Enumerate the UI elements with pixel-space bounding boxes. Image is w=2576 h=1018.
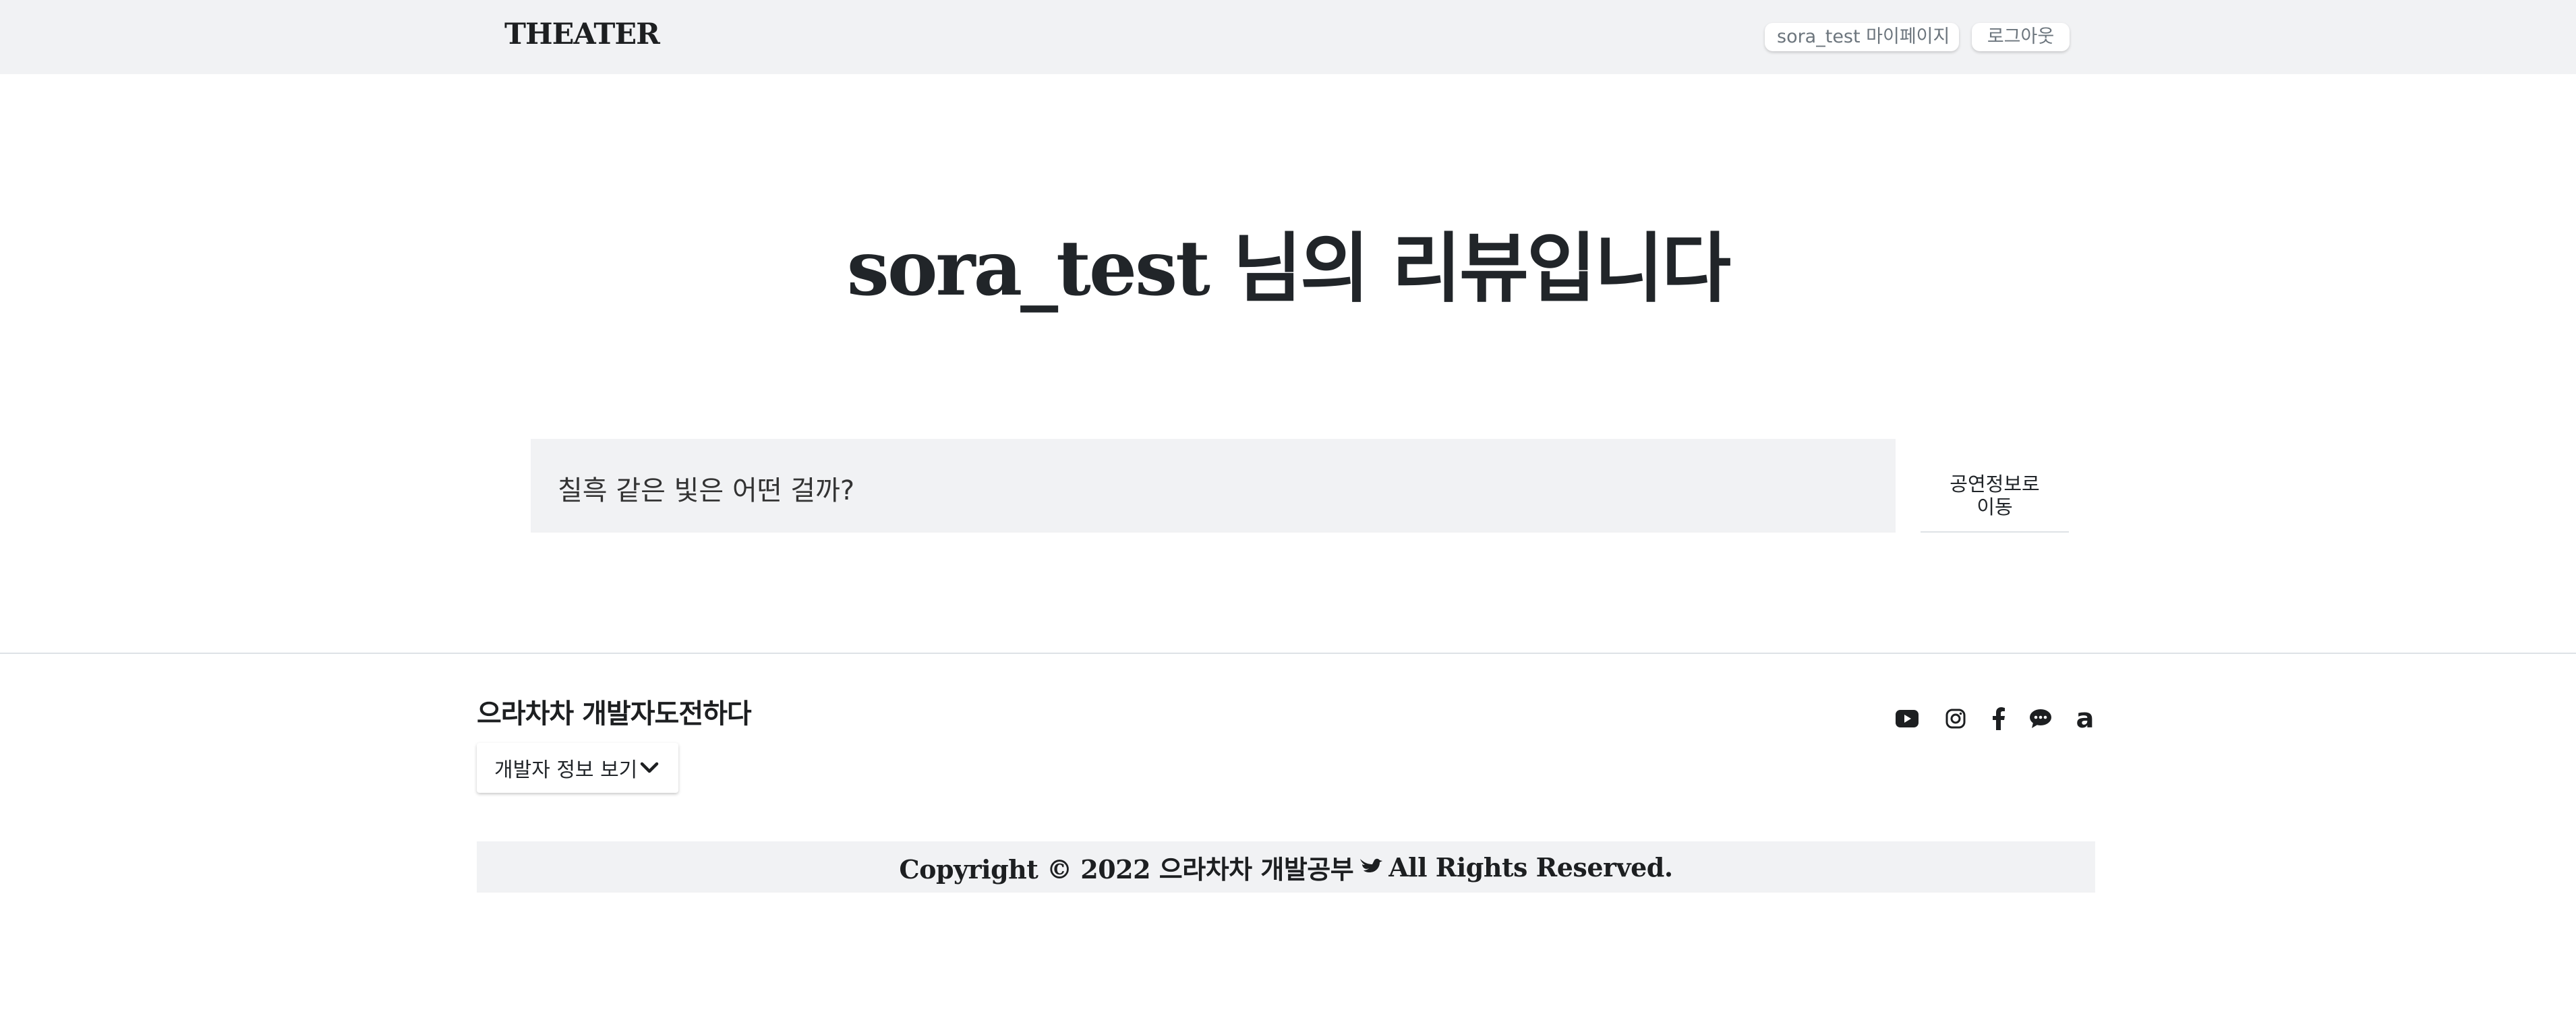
review-card: 칠흑 같은 빛은 어떤 걸까? (531, 439, 1896, 533)
page-title: sora_test 님의 리뷰입니다 (846, 224, 1731, 313)
dove-icon (1359, 856, 1383, 878)
top-navbar: THEATER sora_test 마이페이지 로그아웃 (0, 0, 2576, 74)
copyright-text-post: All Rights Reserved. (1388, 851, 1673, 882)
mypage-button[interactable]: sora_test 마이페이지 (1765, 23, 1959, 51)
copyright-text-pre: Copyright © 2022 으라차차 개발공부 (899, 854, 1354, 885)
goto-label-line1: 공연정보로 (1950, 473, 2040, 496)
review-text: 칠흑 같은 빛은 어떤 걸까? (558, 475, 855, 506)
chevron-down-icon (640, 761, 659, 775)
developer-info-toggle[interactable]: 개발자 정보 보기 (477, 743, 678, 793)
goto-label-line2: 이동 (1977, 496, 2013, 518)
site-logo[interactable]: THEATER (504, 18, 660, 51)
logout-button[interactable]: 로그아웃 (1972, 23, 2070, 51)
copyright-bar: Copyright © 2022 으라차차 개발공부 All Rights Re… (477, 841, 2095, 893)
amazon-icon[interactable]: a (2072, 705, 2099, 732)
chat-icon[interactable] (2027, 705, 2054, 732)
footer-brand: 으라차차 개발자도전하다 (477, 698, 752, 729)
instagram-icon[interactable] (1942, 705, 1969, 732)
youtube-icon[interactable] (1894, 705, 1921, 732)
facebook-icon[interactable] (1985, 705, 2012, 732)
developer-info-label: 개발자 정보 보기 (494, 758, 638, 782)
goto-show-info-button[interactable]: 공연정보로 이동 (1921, 450, 2069, 533)
footer-divider (0, 653, 2576, 654)
